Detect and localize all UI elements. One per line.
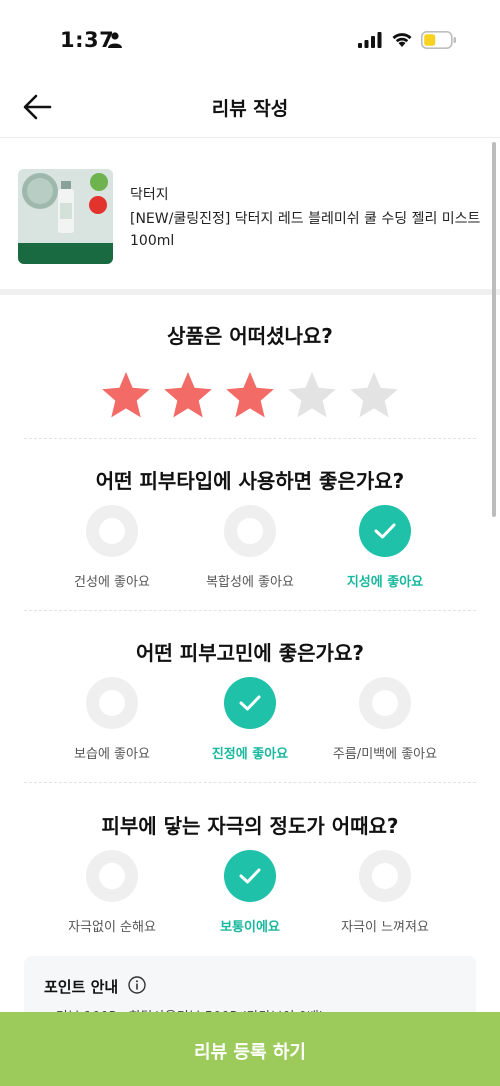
radio-circle-icon[interactable] [359,850,411,902]
skin-concern-options: 보습에 좋아요 진정에 좋아요 주름/미백에 좋아요 [0,677,500,767]
battery-icon [421,31,456,49]
option-label: 건성에 좋아요 [74,575,150,590]
info-icon[interactable] [128,976,146,994]
skin-type-question: 어떤 피부타입에 사용하면 좋은가요? [95,469,405,493]
product-image [18,169,113,264]
app-header: 리뷰 작성 [0,72,500,138]
skin-concern-question: 어떤 피부고민에 좋은가요? [136,641,364,665]
product-card: 닥터지 [NEW/쿨링진정] 닥터지 레드 블레미쉬 쿨 수딩 젤리 미스트 1… [0,138,500,289]
option-label: 자극없이 순해요 [68,920,156,935]
product-name: [NEW/쿨링진정] 닥터지 레드 블레미쉬 쿨 수딩 젤리 미스트 100ml [130,211,481,249]
rating-question: 상품은 어떠셨나요? [167,324,333,348]
option-label: 진정에 좋아요 [211,747,289,762]
option-label: 자극이 느껴져요 [341,920,429,935]
person-icon [108,32,122,48]
page-title: 리뷰 작성 [211,98,289,120]
divider [24,782,476,783]
option-skin-type-2[interactable]: 지성에 좋아요 [310,505,460,590]
product-brand: 닥터지 [130,187,169,203]
star-icon[interactable] [286,370,338,422]
option-skin-concern-0[interactable]: 보습에 좋아요 [37,677,187,762]
radio-circle-icon[interactable] [86,677,138,729]
submit-review-label: 리뷰 등록 하기 [194,1042,306,1063]
status-time: 1:37 [60,28,115,52]
star-icon[interactable] [100,370,152,422]
radio-circle-icon[interactable] [224,505,276,557]
radio-circle-icon[interactable] [86,850,138,902]
star-rating [100,370,400,422]
star-icon[interactable] [162,370,214,422]
option-skin-type-0[interactable]: 건성에 좋아요 [37,505,187,590]
check-icon[interactable] [224,850,276,902]
option-skin-type-1[interactable]: 복합성에 좋아요 [175,505,325,590]
option-label: 주름/미백에 좋아요 [332,747,438,762]
radio-circle-icon[interactable] [359,677,411,729]
status-bar: 1:37 [0,0,500,72]
option-irritation-1[interactable]: 보통이에요 [175,850,325,935]
radio-circle-icon[interactable] [86,505,138,557]
option-irritation-0[interactable]: 자극없이 순해요 [37,850,187,935]
point-guide-title: 포인트 안내 [44,978,119,996]
skin-type-options: 건성에 좋아요 복합성에 좋아요 지성에 좋아요 [0,505,500,595]
option-label: 보습에 좋아요 [74,747,150,762]
option-label: 지성에 좋아요 [346,575,424,590]
check-icon[interactable] [359,505,411,557]
option-label: 보통이에요 [220,920,280,935]
section-divider [0,289,500,295]
option-irritation-2[interactable]: 자극이 느껴져요 [310,850,460,935]
star-icon[interactable] [348,370,400,422]
irritation-options: 자극없이 순해요 보통이에요 자극이 느껴져요 [0,850,500,940]
wifi-icon [392,33,412,47]
divider [24,610,476,611]
cellular-signal-icon [358,32,382,48]
star-icon[interactable] [224,370,276,422]
irritation-question: 피부에 닿는 자극의 정도가 어때요? [101,814,399,838]
divider [24,438,476,439]
product-image-art [18,169,113,264]
option-skin-concern-2[interactable]: 주름/미백에 좋아요 [310,677,460,762]
option-label: 복합성에 좋아요 [206,575,294,590]
option-skin-concern-1[interactable]: 진정에 좋아요 [175,677,325,762]
check-icon[interactable] [224,677,276,729]
submit-review-button[interactable]: 리뷰 등록 하기 [0,1012,500,1086]
